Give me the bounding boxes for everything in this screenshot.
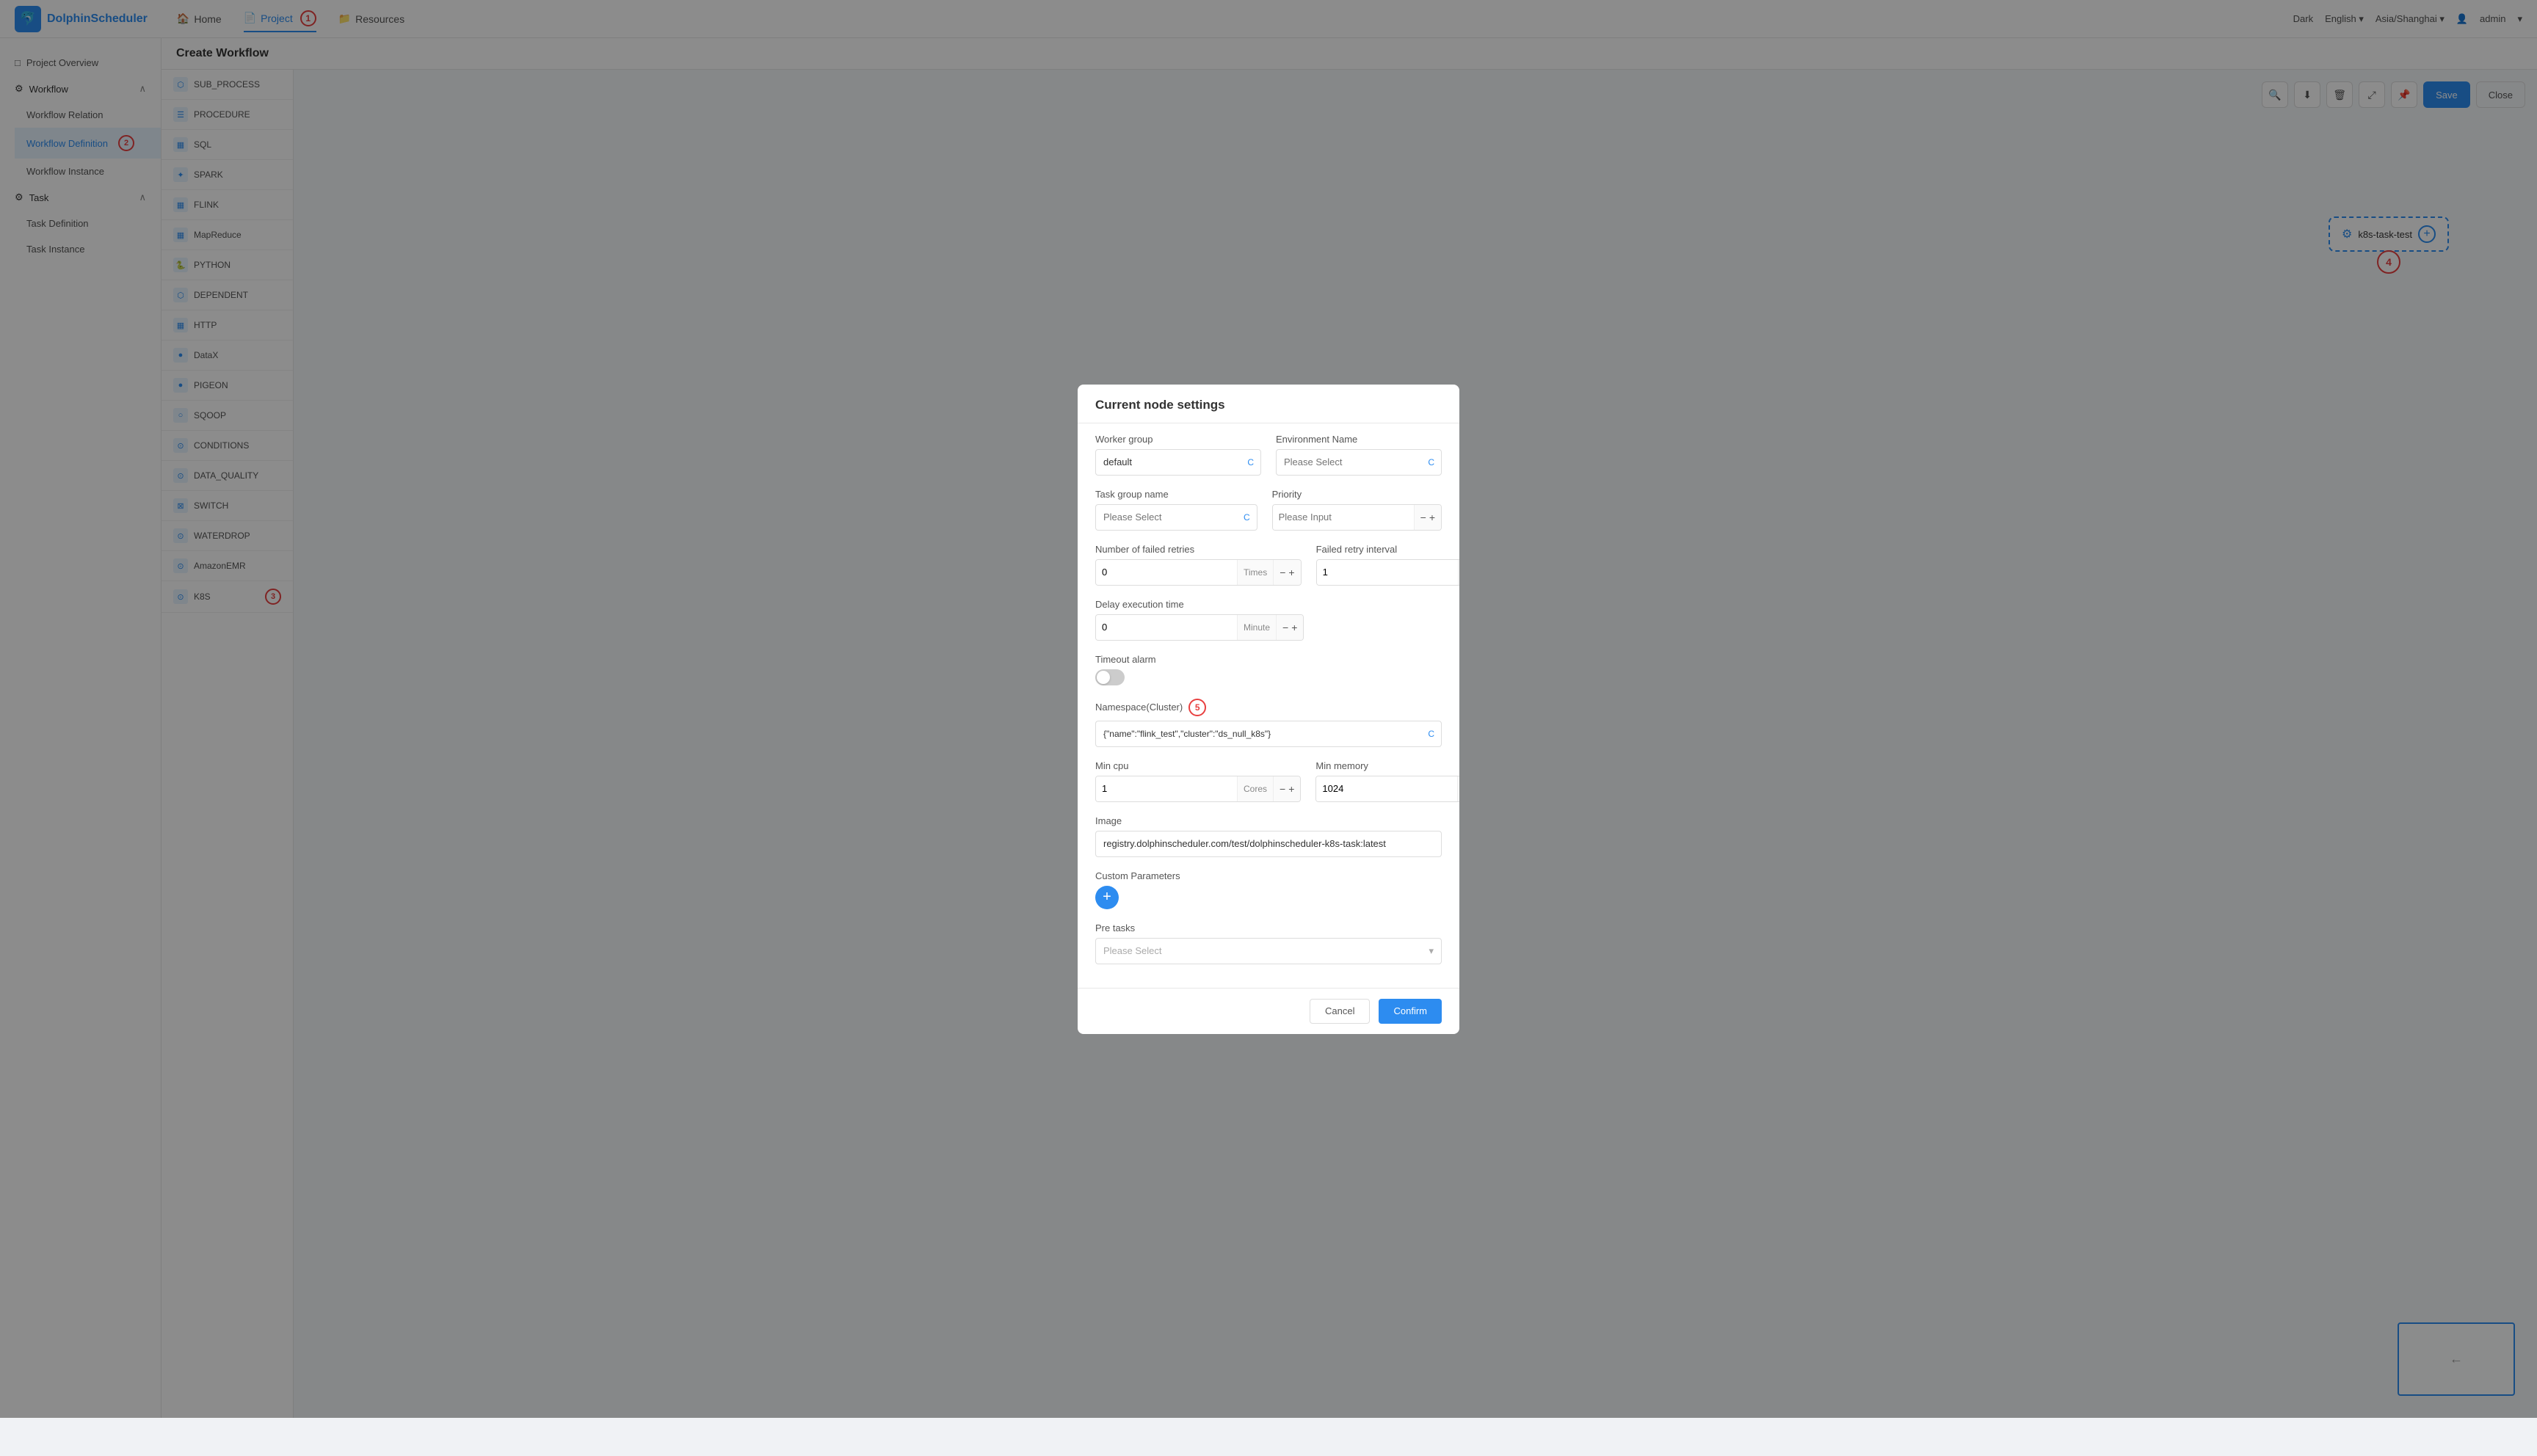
priority-input-controls: − + bbox=[1272, 504, 1442, 531]
image-field: Image bbox=[1095, 815, 1442, 857]
worker-group-field: Worker group C bbox=[1095, 434, 1261, 476]
task-group-name-label: Task group name bbox=[1095, 489, 1257, 500]
min-memory-label: Min memory bbox=[1315, 760, 1459, 771]
min-memory-controls: MB − + bbox=[1315, 776, 1459, 802]
modal: Current node settings Worker group C Env… bbox=[1078, 385, 1459, 1034]
timeout-alarm-toggle-thumb bbox=[1097, 671, 1110, 684]
custom-parameters-field: Custom Parameters + bbox=[1095, 870, 1442, 909]
retry-interval-label: Failed retry interval bbox=[1316, 544, 1459, 555]
priority-decrement[interactable]: − bbox=[1420, 512, 1426, 523]
delay-execution-input[interactable] bbox=[1096, 615, 1237, 640]
environment-name-label: Environment Name bbox=[1276, 434, 1442, 445]
image-input[interactable] bbox=[1095, 831, 1442, 857]
form-row-timeout-alarm: Timeout alarm bbox=[1095, 654, 1442, 685]
custom-parameters-add-button[interactable]: + bbox=[1095, 886, 1119, 909]
retry-interval-controls: Minute − + bbox=[1316, 559, 1459, 586]
form-row-namespace: Namespace(Cluster) 5 C bbox=[1095, 699, 1442, 747]
min-cpu-input[interactable] bbox=[1096, 776, 1237, 801]
image-label: Image bbox=[1095, 815, 1442, 826]
namespace-badge: 5 bbox=[1188, 699, 1206, 716]
retry-interval-unit: Minute bbox=[1458, 560, 1459, 585]
form-row-custom-params: Custom Parameters + bbox=[1095, 870, 1442, 909]
failed-retries-increment[interactable]: + bbox=[1288, 567, 1294, 578]
pre-tasks-label: Pre tasks bbox=[1095, 922, 1442, 933]
min-cpu-label: Min cpu bbox=[1095, 760, 1301, 771]
namespace-input-container: C bbox=[1095, 721, 1442, 747]
failed-retries-unit: Times bbox=[1237, 560, 1273, 585]
timeout-alarm-label: Timeout alarm bbox=[1095, 654, 1442, 665]
min-cpu-decrement[interactable]: − bbox=[1280, 784, 1285, 794]
environment-name-clear-icon[interactable]: C bbox=[1428, 457, 1434, 467]
min-cpu-controls: Cores − + bbox=[1095, 776, 1301, 802]
environment-name-input[interactable] bbox=[1276, 449, 1442, 476]
delay-execution-unit: Minute bbox=[1237, 615, 1276, 640]
failed-retries-label: Number of failed retries bbox=[1095, 544, 1302, 555]
worker-group-input-container: C bbox=[1095, 449, 1261, 476]
min-memory-field: Min memory MB − + bbox=[1315, 760, 1459, 802]
delay-execution-ctrl-btns: − + bbox=[1276, 615, 1303, 640]
pre-tasks-field: Pre tasks Please Select ▾ bbox=[1095, 922, 1442, 964]
custom-parameters-label: Custom Parameters bbox=[1095, 870, 1442, 881]
namespace-clear-icon[interactable]: C bbox=[1428, 729, 1434, 739]
timeout-alarm-field: Timeout alarm bbox=[1095, 654, 1442, 685]
delay-execution-field: Delay execution time Minute − + bbox=[1095, 599, 1304, 641]
form-row-retries: Number of failed retries Times − + Faile… bbox=[1095, 544, 1442, 586]
namespace-input[interactable] bbox=[1095, 721, 1442, 747]
priority-field: Priority − + bbox=[1272, 489, 1442, 531]
failed-retries-ctrl-btns: − + bbox=[1273, 560, 1300, 585]
modal-body: Worker group C Environment Name C bbox=[1078, 423, 1459, 988]
namespace-label: Namespace(Cluster) 5 bbox=[1095, 699, 1442, 716]
form-row-delay: Delay execution time Minute − + bbox=[1095, 599, 1442, 641]
min-memory-input[interactable] bbox=[1316, 776, 1457, 801]
failed-retries-input[interactable] bbox=[1096, 560, 1237, 585]
task-group-name-clear-icon[interactable]: C bbox=[1244, 512, 1250, 523]
priority-input[interactable] bbox=[1273, 505, 1414, 530]
priority-label: Priority bbox=[1272, 489, 1442, 500]
modal-overlay: Current node settings Worker group C Env… bbox=[0, 0, 2537, 1418]
failed-retries-decrement[interactable]: − bbox=[1280, 567, 1285, 578]
environment-name-input-container: C bbox=[1276, 449, 1442, 476]
min-cpu-unit: Cores bbox=[1237, 776, 1273, 801]
priority-increment[interactable]: + bbox=[1429, 512, 1435, 523]
min-cpu-ctrl-btns: − + bbox=[1273, 776, 1300, 801]
form-row-cpu-memory: Min cpu Cores − + Min memory MB bbox=[1095, 760, 1442, 802]
failed-retries-controls: Times − + bbox=[1095, 559, 1302, 586]
failed-retries-field: Number of failed retries Times − + bbox=[1095, 544, 1302, 586]
modal-footer: Cancel Confirm bbox=[1078, 988, 1459, 1034]
timeout-alarm-toggle[interactable] bbox=[1095, 669, 1125, 685]
environment-name-field: Environment Name C bbox=[1276, 434, 1442, 476]
pre-tasks-select[interactable]: Please Select ▾ bbox=[1095, 938, 1442, 964]
modal-title: Current node settings bbox=[1095, 398, 1225, 412]
min-cpu-field: Min cpu Cores − + bbox=[1095, 760, 1301, 802]
form-row-image: Image bbox=[1095, 815, 1442, 857]
task-group-name-input-container: C bbox=[1095, 504, 1257, 531]
form-row-taskgroup-priority: Task group name C Priority − + bbox=[1095, 489, 1442, 531]
pre-tasks-placeholder: Please Select bbox=[1103, 945, 1162, 956]
pre-tasks-chevron-icon: ▾ bbox=[1429, 945, 1434, 957]
timeout-alarm-toggle-wrap bbox=[1095, 669, 1442, 685]
namespace-field: Namespace(Cluster) 5 C bbox=[1095, 699, 1442, 747]
task-group-name-field: Task group name C bbox=[1095, 489, 1257, 531]
modal-header: Current node settings bbox=[1078, 385, 1459, 423]
task-group-name-input[interactable] bbox=[1095, 504, 1257, 531]
worker-group-label: Worker group bbox=[1095, 434, 1261, 445]
worker-group-clear-icon[interactable]: C bbox=[1247, 457, 1254, 467]
retry-interval-input[interactable] bbox=[1317, 560, 1458, 585]
confirm-button[interactable]: Confirm bbox=[1379, 999, 1442, 1024]
retry-interval-field: Failed retry interval Minute − + bbox=[1316, 544, 1459, 586]
delay-increment[interactable]: + bbox=[1291, 622, 1297, 633]
min-cpu-increment[interactable]: + bbox=[1288, 784, 1294, 794]
form-row-worker-env: Worker group C Environment Name C bbox=[1095, 434, 1442, 476]
delay-decrement[interactable]: − bbox=[1282, 622, 1288, 633]
delay-execution-label: Delay execution time bbox=[1095, 599, 1304, 610]
worker-group-input[interactable] bbox=[1095, 449, 1261, 476]
cancel-button[interactable]: Cancel bbox=[1310, 999, 1370, 1024]
form-row-pre-tasks: Pre tasks Please Select ▾ bbox=[1095, 922, 1442, 964]
delay-execution-controls: Minute − + bbox=[1095, 614, 1304, 641]
min-memory-unit: MB bbox=[1457, 776, 1459, 801]
priority-ctrl-btns: − + bbox=[1414, 505, 1441, 530]
delay-placeholder-field bbox=[1318, 599, 1442, 641]
